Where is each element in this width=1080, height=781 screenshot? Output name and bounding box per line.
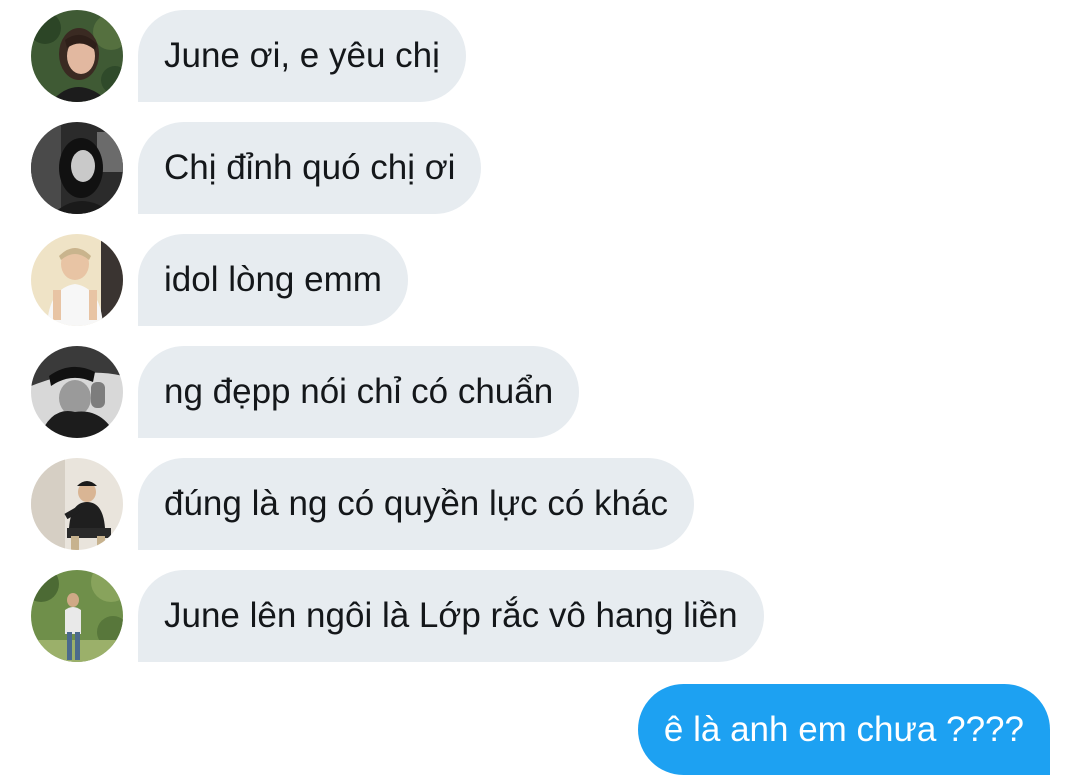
message-text: ê là anh em chưa ????	[663, 710, 1024, 749]
message-text: Chị đỉnh quó chị ơi	[164, 148, 456, 187]
message-bubble[interactable]: đúng là ng có quyền lực có khác	[138, 458, 695, 550]
conversation-thread: June ơi, e yêu chị Chị đỉnh quó chị ơi i…	[0, 0, 1080, 781]
avatar[interactable]	[31, 122, 123, 214]
avatar[interactable]	[31, 570, 123, 662]
incoming-message: June lên ngôi là Lớp rắc vô hang liền	[0, 570, 1080, 662]
message-text: June lên ngôi là Lớp rắc vô hang liền	[164, 596, 738, 635]
incoming-message: idol lòng emm	[0, 234, 1080, 326]
message-bubble[interactable]: ng đẹpp nói chỉ có chuẩn	[138, 346, 580, 438]
message-text: idol lòng emm	[164, 260, 382, 299]
avatar[interactable]	[31, 346, 123, 438]
incoming-message: June ơi, e yêu chị	[0, 10, 1080, 102]
message-bubble[interactable]: idol lòng emm	[138, 234, 408, 326]
incoming-message: ng đẹpp nói chỉ có chuẩn	[0, 346, 1080, 438]
message-bubble[interactable]: Chị đỉnh quó chị ơi	[138, 122, 482, 214]
message-bubble[interactable]: June ơi, e yêu chị	[138, 10, 466, 102]
message-bubble[interactable]: June lên ngôi là Lớp rắc vô hang liền	[138, 570, 764, 662]
outgoing-message-bubble[interactable]: ê là anh em chưa ????	[637, 684, 1050, 775]
message-text: ng đẹpp nói chỉ có chuẩn	[164, 372, 554, 411]
avatar[interactable]	[31, 10, 123, 102]
avatar[interactable]	[31, 234, 123, 326]
message-text: June ơi, e yêu chị	[164, 36, 440, 75]
incoming-message: Chị đỉnh quó chị ơi	[0, 122, 1080, 214]
avatar[interactable]	[31, 458, 123, 550]
incoming-message: đúng là ng có quyền lực có khác	[0, 458, 1080, 550]
message-text: đúng là ng có quyền lực có khác	[164, 484, 669, 523]
